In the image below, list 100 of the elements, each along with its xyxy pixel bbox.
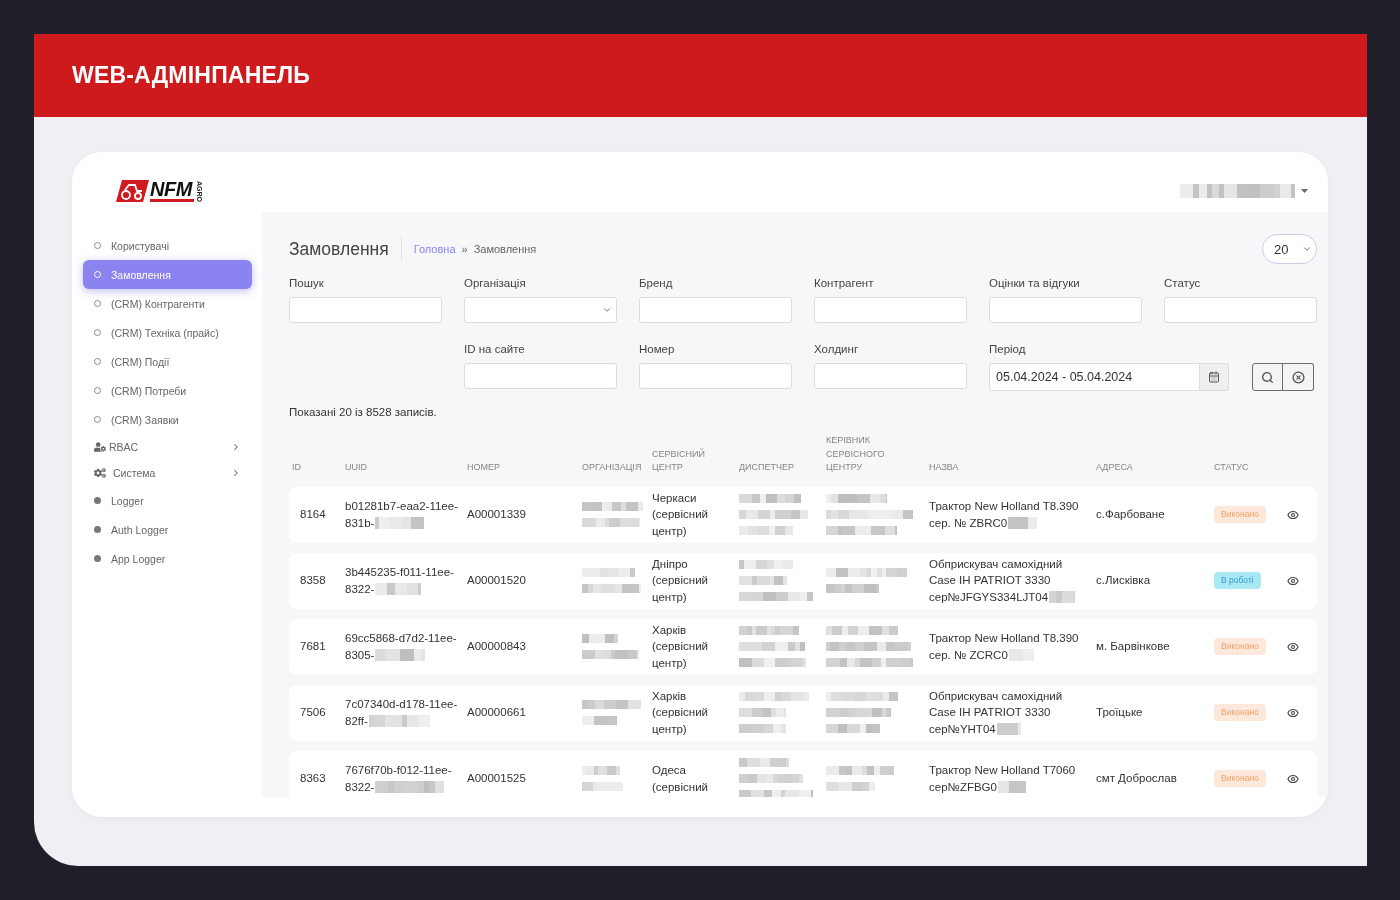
uuid-text: 69cc5868-d7d2-11ee- bbox=[345, 631, 457, 646]
uuid-text: 3b445235-f011-11ee- bbox=[345, 565, 454, 580]
input-field[interactable] bbox=[639, 297, 792, 323]
x-circle-icon bbox=[1291, 370, 1305, 384]
blurred-text bbox=[1049, 591, 1076, 603]
sidebar-item[interactable]: (CRM) Техніка (прайс) bbox=[83, 318, 252, 347]
filter-label: Статус bbox=[1164, 277, 1201, 290]
table-cell-text: A00000661 bbox=[467, 705, 526, 721]
filter-label: Організація bbox=[464, 277, 526, 290]
blurred-text bbox=[826, 692, 898, 733]
uuid-text: 8322- bbox=[345, 581, 375, 597]
sidebar-item[interactable]: Logger bbox=[83, 486, 252, 515]
blurred-text bbox=[582, 568, 641, 593]
logo-text: NFM bbox=[150, 180, 194, 202]
eye-icon bbox=[1287, 640, 1299, 653]
chevron-right-icon bbox=[231, 442, 241, 452]
table-cell-text: 8164 bbox=[300, 507, 326, 523]
table-cell-text: Одеса (сервісний bbox=[652, 763, 709, 795]
sidebar-item[interactable]: Користувачі bbox=[83, 231, 252, 260]
chevron-down-icon bbox=[1302, 244, 1312, 254]
sidebar-item[interactable]: Замовлення bbox=[83, 260, 252, 289]
table-cell-text: A00001525 bbox=[467, 771, 526, 787]
sidebar-item[interactable]: RBAC bbox=[83, 434, 252, 460]
table-cell-text: смт Доброслав bbox=[1096, 771, 1177, 787]
view-button[interactable] bbox=[1287, 574, 1299, 587]
table-cell-text: Case IH PATRIOT 3330 bbox=[929, 573, 1051, 589]
input-field[interactable] bbox=[814, 297, 967, 323]
table-cell-text: Харків (сервісний центр) bbox=[652, 622, 709, 671]
uuid-text: 82ff- bbox=[345, 713, 368, 729]
column-header: ID bbox=[292, 461, 301, 474]
view-button[interactable] bbox=[1287, 640, 1299, 653]
input-field[interactable] bbox=[639, 363, 792, 389]
uuid-text: 7676f70b-f012-11ee- bbox=[345, 763, 452, 778]
table-cell-text: Трактор New Holland T8.390 bbox=[929, 631, 1079, 646]
input-field[interactable] bbox=[989, 297, 1142, 323]
column-header: СЕРВІСНИЙ ЦЕНТР bbox=[652, 447, 706, 474]
chevron-right-icon bbox=[231, 468, 241, 478]
breadcrumb-current: Замовлення bbox=[473, 243, 537, 255]
date-range-field[interactable]: 05.04.2024 - 05.04.2024 bbox=[989, 363, 1200, 391]
sidebar-item[interactable]: Система bbox=[83, 460, 252, 486]
blurred-text bbox=[375, 780, 445, 793]
blurred-text bbox=[739, 692, 809, 733]
dot-icon bbox=[94, 526, 101, 533]
table-cell-text: Дніпро (сервісний центр) bbox=[652, 556, 709, 605]
table-cell-text: Обприскувач самохідний bbox=[929, 556, 1063, 572]
sidebar-item[interactable]: (CRM) Потреби bbox=[83, 376, 252, 405]
calendar-icon bbox=[1208, 371, 1220, 383]
search-button[interactable] bbox=[1252, 363, 1283, 391]
page-size-select[interactable]: 20 bbox=[1262, 234, 1317, 264]
input-field[interactable] bbox=[289, 297, 442, 323]
logo-icon bbox=[116, 180, 149, 202]
table-cell-text: сер№ZFBG0 bbox=[929, 779, 997, 795]
select-field[interactable] bbox=[464, 297, 617, 323]
table-cell-text: сер№JFGYS334LJT04 bbox=[929, 589, 1049, 605]
calendar-button[interactable] bbox=[1200, 363, 1229, 391]
status-badge: Виконано bbox=[1214, 506, 1266, 523]
column-header: КЕРІВНИК СЕРВІСНОГО ЦЕНТРУ bbox=[826, 434, 886, 474]
sidebar-item[interactable]: App Logger bbox=[83, 544, 252, 573]
sidebar-item[interactable]: (CRM) Заявки bbox=[83, 405, 252, 434]
breadcrumb-separator: » bbox=[461, 243, 468, 255]
blurred-text bbox=[368, 714, 430, 727]
column-header: UUID bbox=[345, 461, 367, 474]
input-field[interactable] bbox=[1164, 297, 1317, 323]
table-cell-text: Черкаси (сервісний центр) bbox=[652, 490, 709, 539]
table-cell-text: Трактор New Holland T7060 bbox=[929, 763, 1076, 778]
uuid-text: 7c07340d-d178-11ee- bbox=[345, 697, 458, 712]
view-button[interactable] bbox=[1287, 508, 1299, 521]
filter-label: Холдинг bbox=[814, 343, 859, 356]
blurred-text bbox=[739, 626, 806, 667]
column-header: НОМЕР bbox=[467, 461, 500, 474]
column-header: ОРГАНІЗАЦІЯ bbox=[582, 461, 642, 474]
blurred-text bbox=[1008, 516, 1038, 529]
blurred-text bbox=[582, 700, 641, 725]
table-cell-text: A00000843 bbox=[467, 639, 526, 655]
input-field[interactable] bbox=[464, 363, 617, 389]
blurred-text bbox=[582, 502, 643, 527]
blurred-text bbox=[739, 494, 808, 535]
table-cell-text: 7506 bbox=[300, 705, 326, 721]
filter-label: Контрагент bbox=[814, 277, 874, 290]
column-header: ДИСПЕТЧЕР bbox=[739, 461, 795, 474]
blurred-text bbox=[582, 634, 639, 659]
sidebar-item[interactable]: Auth Logger bbox=[83, 515, 252, 544]
blurred-text bbox=[997, 780, 1026, 793]
page-title: Замовлення bbox=[289, 238, 389, 260]
clear-button[interactable] bbox=[1283, 363, 1314, 391]
blurred-text bbox=[375, 648, 426, 661]
sidebar-item[interactable]: (CRM) Події bbox=[83, 347, 252, 376]
table-cell-text: A00001339 bbox=[467, 507, 526, 523]
eye-icon bbox=[1287, 706, 1299, 719]
filter-label: ID на сайте bbox=[464, 343, 525, 356]
view-button[interactable] bbox=[1287, 706, 1299, 719]
eye-icon bbox=[1287, 574, 1299, 587]
status-badge: В роботі bbox=[1214, 572, 1261, 589]
view-button[interactable] bbox=[1287, 772, 1299, 785]
column-header: НАЗВА bbox=[929, 461, 959, 474]
caret-icon[interactable] bbox=[1301, 189, 1308, 193]
dot-icon bbox=[94, 497, 101, 504]
table-cell-text: сер№YHT04 bbox=[929, 721, 996, 737]
input-field[interactable] bbox=[814, 363, 967, 389]
sidebar-item[interactable]: (CRM) Контрагенти bbox=[83, 289, 252, 318]
